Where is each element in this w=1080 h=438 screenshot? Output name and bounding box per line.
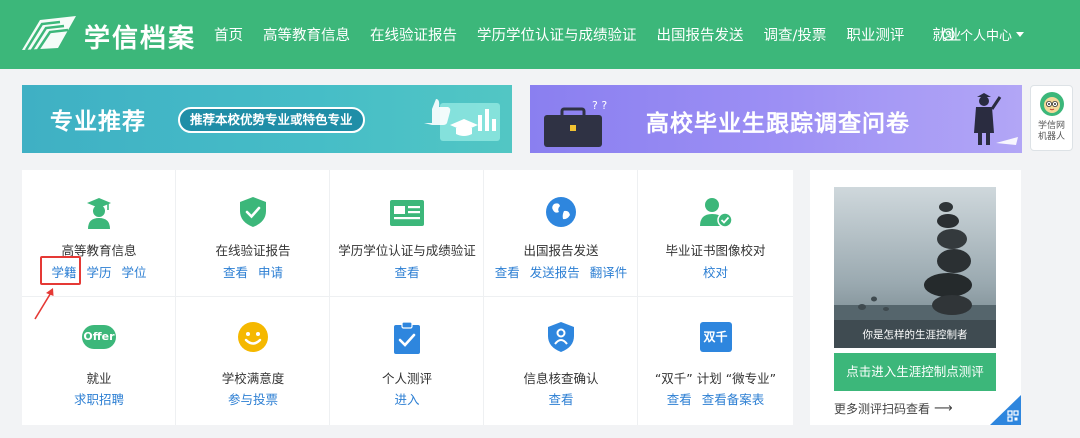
shuangqian-icon-text: 双千 — [703, 330, 728, 344]
user-center-label: 个人中心 — [960, 29, 1013, 44]
graduate-person-icon — [974, 93, 1018, 145]
top-header: 学信档案 首页 高等教育信息 在线验证报告 学历学位认证与成绩验证 出国报告发送… — [0, 0, 1080, 69]
service-info-verification[interactable]: 信息核查确认 查看 — [484, 297, 638, 425]
service-certification[interactable]: 学历学位认证与成绩验证 查看 — [330, 170, 484, 297]
svg-text:? ?: ? ? — [592, 99, 607, 112]
shield-user-icon — [548, 322, 574, 352]
nav-item-certification[interactable]: 学历学位认证与成绩验证 — [477, 24, 637, 45]
nav-item-overseas-report[interactable]: 出国报告发送 — [657, 24, 744, 45]
nav-item-higher-education[interactable]: 高等教育信息 — [263, 24, 350, 45]
promo-caption: 你是怎样的生涯控制者 — [862, 329, 968, 341]
major-recommend-banner[interactable]: 专业推荐 推荐本校优势专业或特色专业 — [22, 85, 512, 153]
service-title: 高等教育信息 — [61, 243, 137, 258]
user-check-icon — [699, 198, 733, 228]
link-xueji[interactable]: 学籍 — [51, 262, 76, 281]
service-title: 在线验证报告 — [215, 243, 291, 258]
link-view[interactable]: 查看 — [495, 262, 520, 281]
service-shuangqian-plan[interactable]: 双千 “双千” 计划 “微专业” 查看 查看备案表 — [638, 297, 793, 425]
nav-item-home[interactable]: 首页 — [214, 24, 243, 45]
service-title: 个人测评 — [381, 371, 432, 386]
logo-icon[interactable] — [20, 14, 78, 54]
link-view[interactable]: 查看 — [667, 389, 692, 408]
service-title: 学历学位认证与成绩验证 — [338, 243, 476, 258]
career-promo-card: 你是怎样的生涯控制者 点击进入生涯控制点测评 更多测评扫码查看 ⟶ — [810, 170, 1021, 425]
link-view[interactable]: 查看 — [548, 389, 573, 408]
service-title: 出国报告发送 — [523, 243, 599, 258]
link-vote[interactable]: 参与投票 — [228, 389, 278, 408]
service-certificate-proofread[interactable]: 毕业证书图像校对 校对 — [638, 170, 793, 297]
service-title: 信息核查确认 — [523, 371, 599, 386]
link-apply[interactable]: 申请 — [258, 262, 283, 281]
id-card-icon — [390, 200, 424, 226]
service-title: 毕业证书图像校对 — [665, 243, 766, 258]
briefcase-icon: ? ? — [544, 99, 607, 147]
link-enter[interactable]: 进入 — [394, 389, 419, 408]
promo-image[interactable]: 你是怎样的生涯控制者 — [834, 187, 996, 348]
thumbs-up-board-icon — [424, 99, 500, 141]
main-nav: 首页 高等教育信息 在线验证报告 学历学位认证与成绩验证 出国报告发送 调查/投… — [214, 0, 981, 69]
nav-item-survey[interactable]: 调查/投票 — [764, 24, 827, 45]
nav-item-online-report[interactable]: 在线验证报告 — [370, 24, 457, 45]
more-tests-link[interactable]: 更多测评扫码查看 ⟶ — [834, 400, 953, 417]
arrow-right-icon: ⟶ — [934, 401, 953, 416]
qr-code-icon[interactable] — [990, 395, 1021, 425]
service-title: “双千” 计划 “微专业” — [654, 371, 777, 386]
banner-title: 专业推荐 — [50, 109, 146, 135]
clipboard-check-icon — [394, 321, 420, 354]
career-test-button[interactable]: 点击进入生涯控制点测评 — [834, 353, 996, 391]
link-view-filing[interactable]: 查看备案表 — [702, 389, 765, 408]
graduate-survey-banner[interactable]: ? ? 高校毕业生跟踪调查问卷 — [530, 85, 1022, 153]
smiley-icon — [238, 322, 268, 352]
link-translation[interactable]: 翻译件 — [590, 262, 628, 281]
shield-check-icon — [240, 197, 266, 227]
service-title: 就业 — [86, 371, 112, 386]
service-school-satisfaction[interactable]: 学校满意度 参与投票 — [176, 297, 330, 425]
offer-icon: Offer — [82, 325, 116, 349]
link-xueli[interactable]: 学历 — [86, 262, 111, 281]
annotation-arrow-icon — [34, 288, 54, 320]
offer-icon-text: Offer — [83, 330, 115, 343]
link-send-report[interactable]: 发送报告 — [530, 262, 580, 281]
banner-pill: 推荐本校优势专业或特色专业 — [178, 107, 365, 133]
robot-avatar-icon — [1039, 92, 1064, 116]
service-personal-assessment[interactable]: 个人测评 进入 — [330, 297, 484, 425]
link-view[interactable]: 查看 — [223, 262, 248, 281]
brand-title[interactable]: 学信档案 — [84, 18, 196, 55]
more-tests-label: 更多测评扫码查看 — [834, 402, 931, 416]
robot-label-line2: 机器人 — [1037, 132, 1065, 142]
stone-stack-photo — [834, 187, 996, 348]
link-proofread[interactable]: 校对 — [703, 262, 728, 281]
graduate-icon — [87, 198, 111, 229]
robot-label-line1: 学信网 — [1037, 121, 1065, 131]
user-center-menu[interactable]: 个人中心 — [942, 25, 1025, 44]
globe-icon — [546, 197, 576, 227]
banner-title: 高校毕业生跟踪调查问卷 — [646, 111, 910, 137]
nav-item-career-test[interactable]: 职业测评 — [846, 24, 904, 45]
link-job-search[interactable]: 求职招聘 — [74, 389, 124, 408]
link-xuewei[interactable]: 学位 — [122, 262, 147, 281]
service-higher-education[interactable]: 高等教育信息 学籍 学历 学位 — [22, 170, 176, 297]
service-grid: 高等教育信息 学籍 学历 学位 在线验证报告 查看 申请 学历学位认证与成绩验证… — [22, 170, 793, 425]
service-title: 学校满意度 — [221, 371, 285, 386]
shuangqian-icon: 双千 — [699, 322, 732, 352]
service-overseas-report[interactable]: 出国报告发送 查看 发送报告 翻译件 — [484, 170, 638, 297]
link-view[interactable]: 查看 — [394, 262, 419, 281]
robot-assistant[interactable]: 学信网 机器人 — [1030, 85, 1073, 151]
chevron-down-icon — [1016, 32, 1025, 37]
user-circle-icon — [942, 28, 955, 41]
service-online-report[interactable]: 在线验证报告 查看 申请 — [176, 170, 330, 297]
